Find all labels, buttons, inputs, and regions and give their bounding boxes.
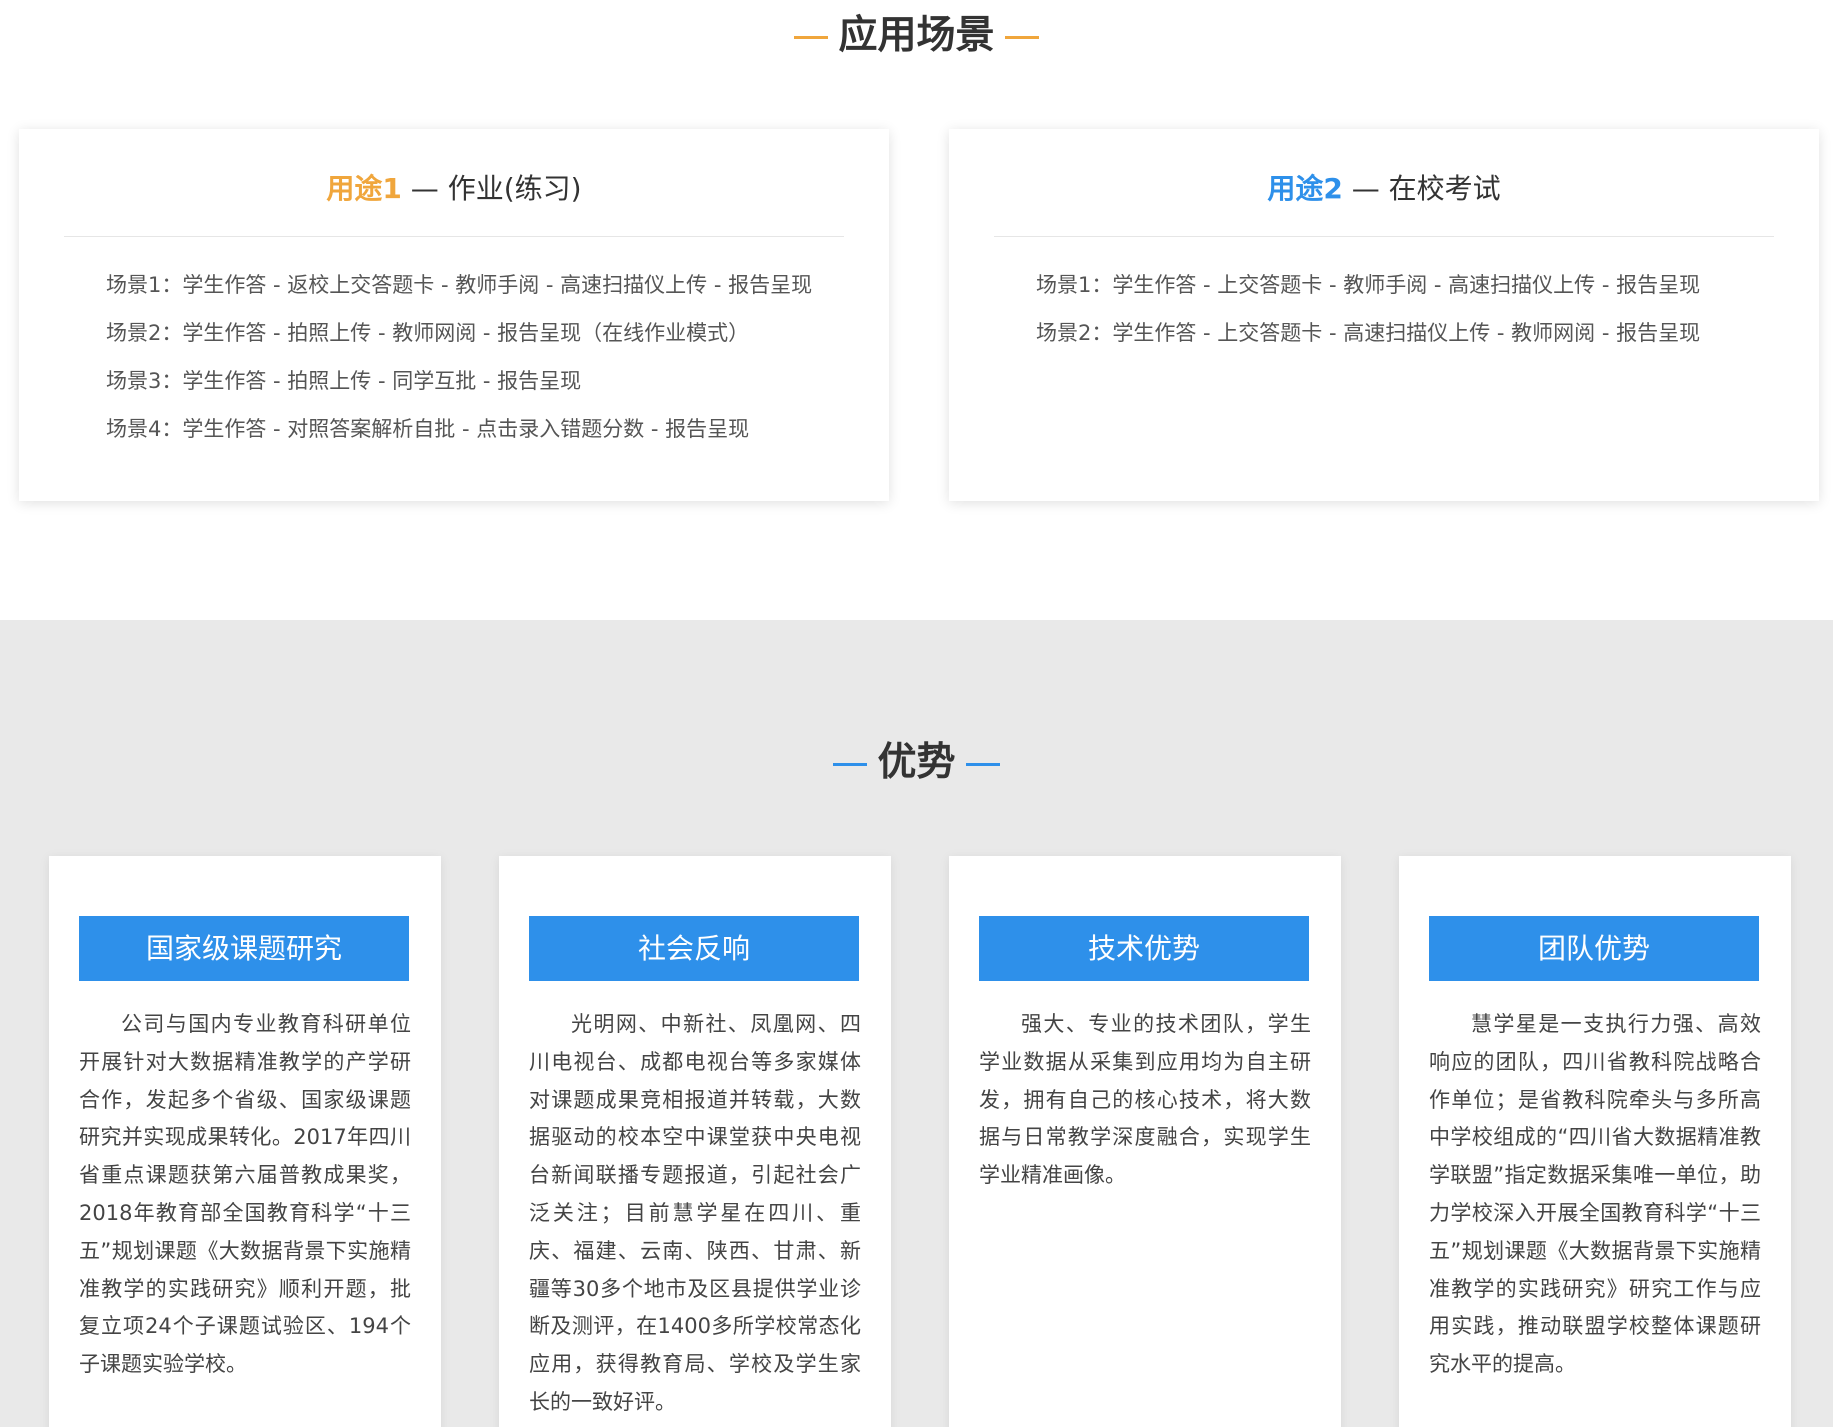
scenario-item: 场景1：学生作答 - 上交答题卡 - 教师手阅 - 高速扫描仪上传 - 报告呈现 <box>1036 273 1701 297</box>
title-dash-right <box>1004 36 1039 39</box>
use-card-heading: 用途2 — 在校考试 <box>994 167 1774 237</box>
advantage-card-tech: 技术优势 强大、专业的技术团队，学生学业数据从采集到应用均为自主研发，拥有自己的… <box>949 856 1341 1427</box>
use-separator: — <box>1342 172 1389 205</box>
use-card-homework: 用途1 — 作业(练习) 场景1：学生作答 - 返校上交答题卡 - 教师手阅 -… <box>19 129 889 501</box>
title-dash-left <box>833 763 868 766</box>
advantage-card-team: 团队优势 慧学星是一支执行力强、高效响应的团队，四川省教科院战略合作单位；是省教… <box>1399 856 1791 1427</box>
scenario-item: 场景1：学生作答 - 返校上交答题卡 - 教师手阅 - 高速扫描仪上传 - 报告… <box>106 273 813 297</box>
title-dash-left <box>794 36 829 39</box>
advantage-description: 公司与国内专业教育科研单位开展针对大数据精准教学的产学研合作，发起多个省级、国家… <box>79 1012 411 1377</box>
advantage-tech-button[interactable]: 技术优势 <box>979 916 1309 981</box>
use-name: 在校考试 <box>1388 172 1501 205</box>
scenario-list: 场景1：学生作答 - 上交答题卡 - 教师手阅 - 高速扫描仪上传 - 报告呈现… <box>1036 269 1789 365</box>
advantage-card-research: 国家级课题研究 公司与国内专业教育科研单位开展针对大数据精准教学的产学研合作，发… <box>49 856 441 1427</box>
advantages-title: 优势 <box>0 743 1833 782</box>
scenario-item: 场景2：学生作答 - 拍照上传 - 教师网阅 - 报告呈现（在线作业模式） <box>106 321 750 345</box>
scenario-item: 场景2：学生作答 - 上交答题卡 - 高速扫描仪上传 - 教师网阅 - 报告呈现 <box>1036 321 1701 345</box>
scenario-item: 场景3：学生作答 - 拍照上传 - 同学互批 - 报告呈现 <box>106 369 582 393</box>
use-separator: — <box>401 172 448 205</box>
scenarios-section: 应用场景 用途1 — 作业(练习) 场景1：学生作答 - 返校上交答题卡 - 教… <box>0 0 1833 620</box>
use-card-heading: 用途1 — 作业(练习) <box>64 167 844 237</box>
advantage-research-button[interactable]: 国家级课题研究 <box>79 916 409 981</box>
advantages-title-text: 优势 <box>877 740 956 785</box>
advantage-response-button[interactable]: 社会反响 <box>529 916 859 981</box>
scenarios-title-text: 应用场景 <box>838 13 995 58</box>
use-card-exam: 用途2 — 在校考试 场景1：学生作答 - 上交答题卡 - 教师手阅 - 高速扫… <box>949 129 1819 501</box>
page: 应用场景 用途1 — 作业(练习) 场景1：学生作答 - 返校上交答题卡 - 教… <box>0 0 1833 1427</box>
scenario-list: 场景1：学生作答 - 返校上交答题卡 - 教师手阅 - 高速扫描仪上传 - 报告… <box>106 269 859 461</box>
use-tag: 用途2 <box>1267 172 1343 205</box>
scenario-item: 场景4：学生作答 - 对照答案解析自批 - 点击录入错题分数 - 报告呈现 <box>106 417 750 441</box>
title-dash-right <box>965 763 1000 766</box>
scenarios-title: 应用场景 <box>0 16 1833 55</box>
advantage-team-button[interactable]: 团队优势 <box>1429 916 1759 981</box>
advantages-section: 优势 国家级课题研究 公司与国内专业教育科研单位开展针对大数据精准教学的产学研合… <box>0 620 1833 1427</box>
advantage-description: 慧学星是一支执行力强、高效响应的团队，四川省教科院战略合作单位；是省教科院牵头与… <box>1429 1012 1761 1377</box>
use-tag: 用途1 <box>326 172 402 205</box>
advantage-card-response: 社会反响 光明网、中新社、凤凰网、四川电视台、成都电视台等多家媒体对课题成果竞相… <box>499 856 891 1427</box>
advantage-description: 强大、专业的技术团队，学生学业数据从采集到应用均为自主研发，拥有自己的核心技术，… <box>979 1012 1311 1188</box>
advantage-description: 光明网、中新社、凤凰网、四川电视台、成都电视台等多家媒体对课题成果竞相报道并转载… <box>529 1012 861 1414</box>
use-name: 作业(练习) <box>447 172 582 205</box>
